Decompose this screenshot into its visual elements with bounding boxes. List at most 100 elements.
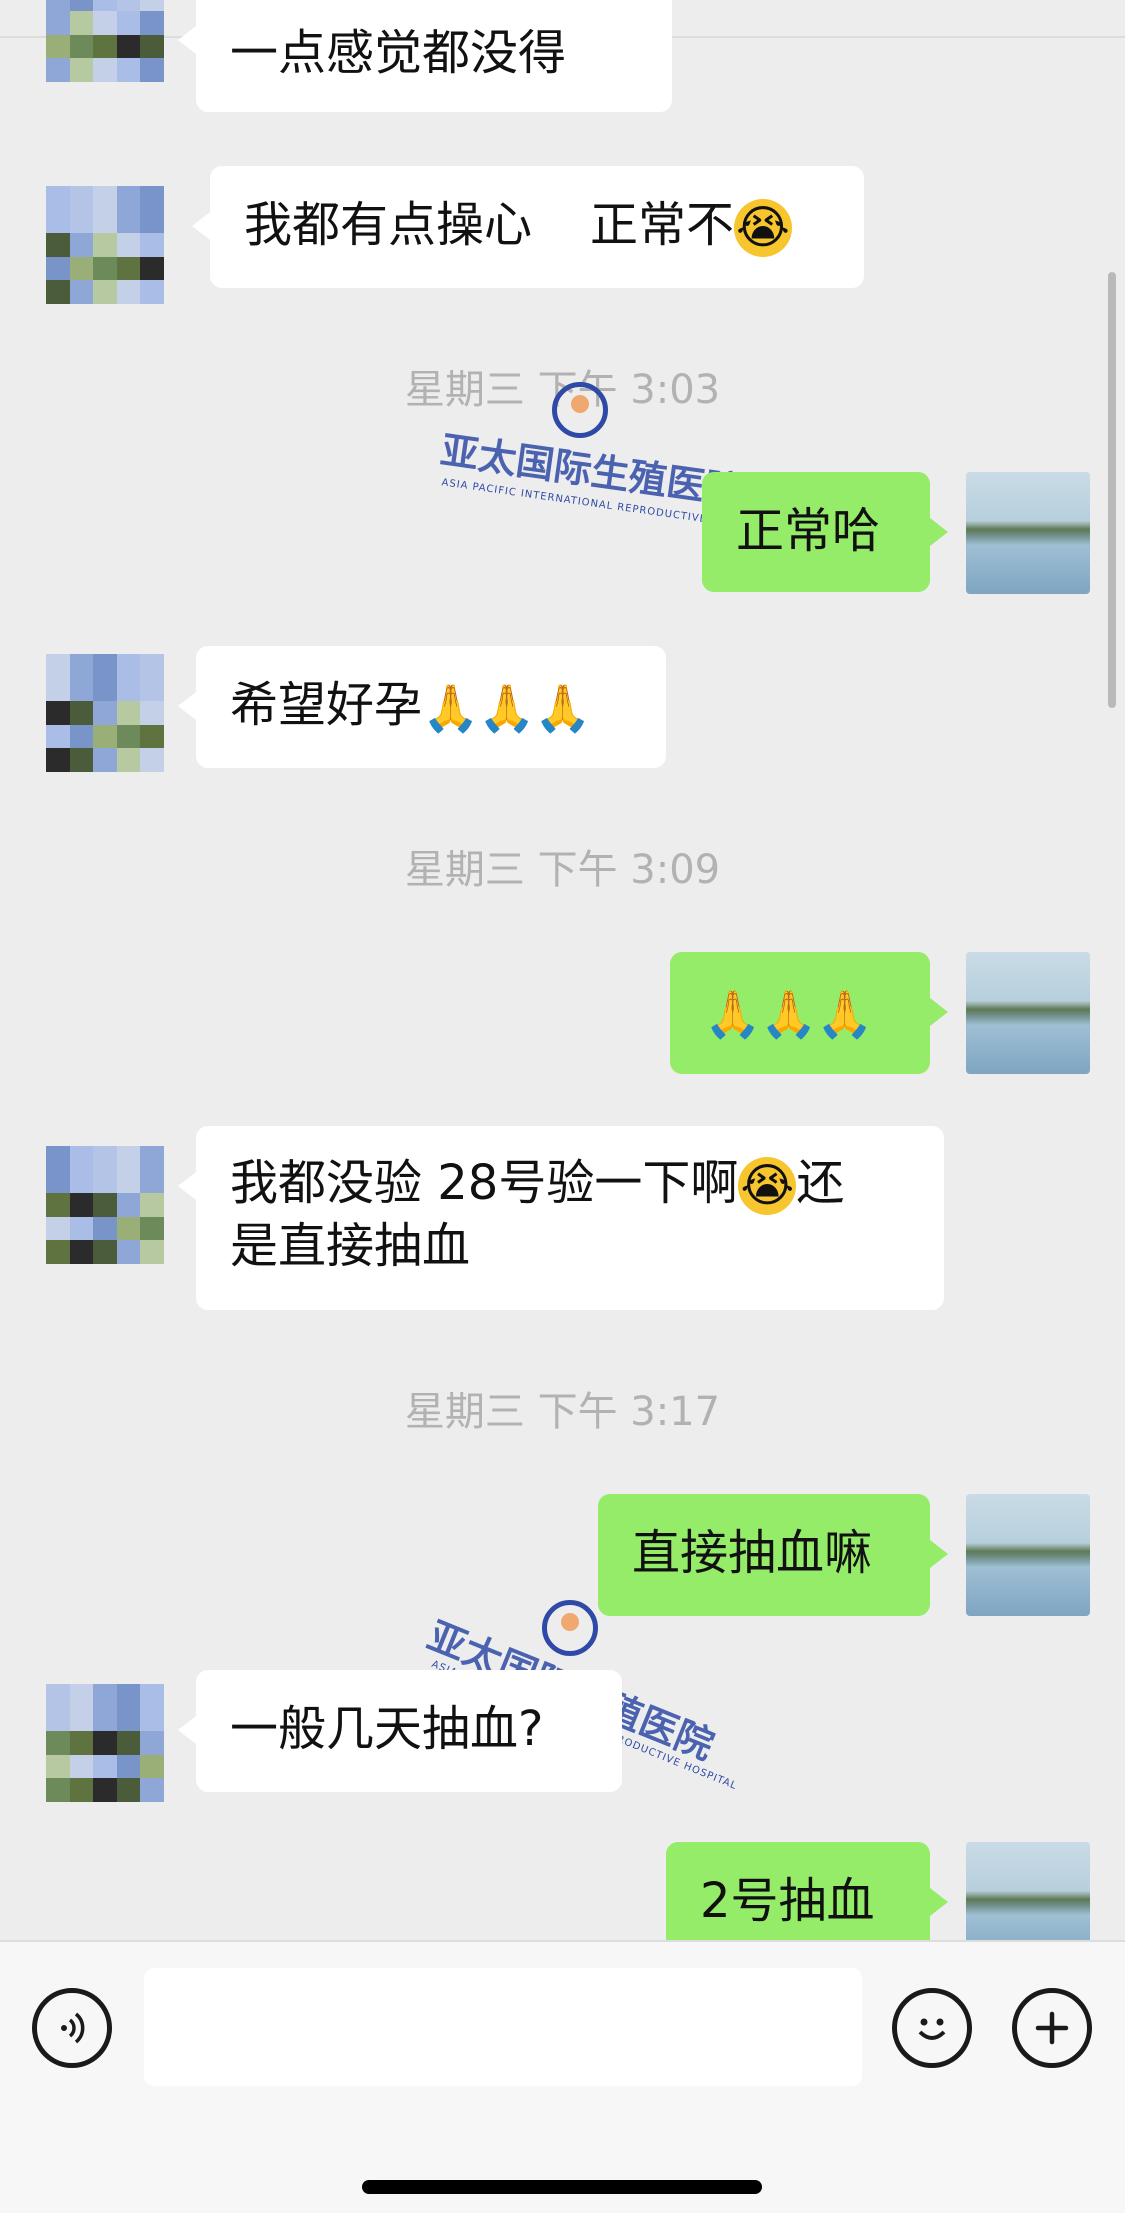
outgoing-message[interactable]: 正常哈 <box>702 472 948 592</box>
avatar-pixel <box>140 1754 164 1779</box>
avatar-pixel <box>69 1146 94 1170</box>
emoji-icon[interactable] <box>892 1988 972 2068</box>
avatar-pixel <box>93 1778 117 1802</box>
avatar-pixel <box>69 1707 94 1732</box>
avatar-pixel <box>93 1731 117 1755</box>
message-text: 一般几天抽血? <box>230 1701 544 1757</box>
avatar-pixel <box>116 11 141 35</box>
outgoing-message[interactable]: 直接抽血嘛 <box>598 1494 948 1616</box>
avatar-pixel <box>116 1146 141 1170</box>
avatar-pixel <box>116 1684 141 1708</box>
message-text: 是直接抽血 <box>230 1218 471 1274</box>
avatar-pixel <box>46 1778 70 1802</box>
avatar-pixel <box>93 209 117 234</box>
avatar-pixel <box>46 256 70 281</box>
praying-hands-emoji-icon: 🙏 <box>816 987 874 1041</box>
avatar-pixel <box>69 186 94 210</box>
avatar-pixel <box>46 1240 70 1264</box>
incoming-message[interactable]: 希望好孕🙏🙏🙏 <box>178 646 666 768</box>
message-text: 2号抽血 <box>700 1873 875 1929</box>
my-avatar[interactable] <box>966 1842 1090 1940</box>
message-text: 正常哈 <box>736 503 881 559</box>
outgoing-message[interactable]: 🙏🙏🙏 <box>670 952 948 1074</box>
avatar-pixel <box>46 58 70 82</box>
avatar-pixel <box>140 724 164 749</box>
avatar-pixel <box>140 256 164 281</box>
avatar-pixel <box>46 724 70 749</box>
incoming-message[interactable]: 我都没验 28号验一下啊😭还 是直接抽血 <box>178 1126 944 1310</box>
avatar-pixel <box>140 209 164 234</box>
avatar-pixel <box>140 34 164 59</box>
avatar-pixel <box>140 1169 164 1194</box>
avatar-pixel <box>140 1707 164 1732</box>
my-avatar[interactable] <box>966 472 1090 594</box>
avatar-pixel <box>46 1707 70 1732</box>
avatar-pixel <box>140 0 164 12</box>
avatar-pixel <box>116 58 141 82</box>
crying-laughing-emoji-icon: 😭 <box>734 199 793 257</box>
incoming-message[interactable]: 我都有点操心 正常不😭 <box>192 166 864 288</box>
message-text: 正常不 <box>590 197 735 253</box>
avatar-pixel <box>116 677 141 702</box>
avatar-pixel <box>46 748 70 772</box>
avatar-pixel <box>116 233 141 257</box>
my-avatar[interactable] <box>966 952 1090 1074</box>
message-input[interactable] <box>144 1968 862 2086</box>
avatar-pixel <box>93 256 117 281</box>
avatar-pixel <box>93 0 117 12</box>
plus-icon[interactable] <box>1012 1988 1092 2068</box>
avatar-pixel <box>93 11 117 35</box>
avatar-pixel <box>116 186 141 210</box>
contact-avatar[interactable] <box>46 186 164 304</box>
avatar-pixel <box>93 1707 117 1732</box>
incoming-message[interactable]: 一点感觉都没得 <box>178 0 672 112</box>
voice-input-icon[interactable] <box>32 1988 112 2068</box>
avatar-pixel <box>46 233 70 257</box>
hospital-logo-icon <box>552 382 608 438</box>
avatar-pixel <box>140 1778 164 1802</box>
chat-area[interactable]: 一点感觉都没得 我都有点操心 正常不😭 星期三 下午 3:03 亚太国际生殖医院 … <box>0 0 1125 1940</box>
avatar-pixel <box>46 34 70 59</box>
avatar-pixel <box>69 233 94 257</box>
message-text: 一点感觉都没得 <box>230 25 567 81</box>
incoming-message[interactable]: 一般几天抽血? <box>178 1670 622 1792</box>
avatar-pixel <box>93 701 117 725</box>
contact-avatar[interactable] <box>46 0 164 82</box>
avatar-pixel <box>69 1193 94 1217</box>
avatar-pixel <box>93 280 117 304</box>
avatar-pixel <box>69 280 94 304</box>
avatar-pixel <box>46 209 70 234</box>
avatar-pixel <box>116 654 141 678</box>
avatar-pixel <box>140 654 164 678</box>
avatar-pixel <box>46 1754 70 1779</box>
avatar-pixel <box>116 748 141 772</box>
avatar-pixel <box>69 654 94 678</box>
avatar-pixel <box>69 748 94 772</box>
my-avatar[interactable] <box>966 1494 1090 1616</box>
avatar-pixel <box>116 1754 141 1779</box>
avatar-pixel <box>116 209 141 234</box>
scrollbar[interactable] <box>1108 272 1116 708</box>
contact-avatar[interactable] <box>46 1684 164 1802</box>
avatar-pixel <box>93 1193 117 1217</box>
avatar-pixel <box>116 724 141 749</box>
message-text: 直接抽血嘛 <box>632 1525 873 1581</box>
contact-avatar[interactable] <box>46 1146 164 1264</box>
avatar-pixel <box>140 1240 164 1264</box>
contact-avatar[interactable] <box>46 654 164 772</box>
avatar-pixel <box>93 1684 117 1708</box>
outgoing-message[interactable]: 2号抽血 <box>666 1842 948 1940</box>
avatar-pixel <box>140 280 164 304</box>
avatar-pixel <box>116 256 141 281</box>
praying-hands-emoji-icon: 🙏 <box>478 681 536 735</box>
message-text: 我都没验 28号验一下啊 <box>230 1155 739 1211</box>
avatar-pixel <box>46 280 70 304</box>
avatar-pixel <box>93 58 117 82</box>
avatar-pixel <box>69 1240 94 1264</box>
avatar-pixel <box>116 1707 141 1732</box>
praying-hands-emoji-icon: 🙏 <box>704 987 762 1041</box>
avatar-pixel <box>116 1169 141 1194</box>
home-indicator[interactable] <box>362 2180 762 2194</box>
avatar-pixel <box>93 654 117 678</box>
avatar-pixel <box>116 1193 141 1217</box>
